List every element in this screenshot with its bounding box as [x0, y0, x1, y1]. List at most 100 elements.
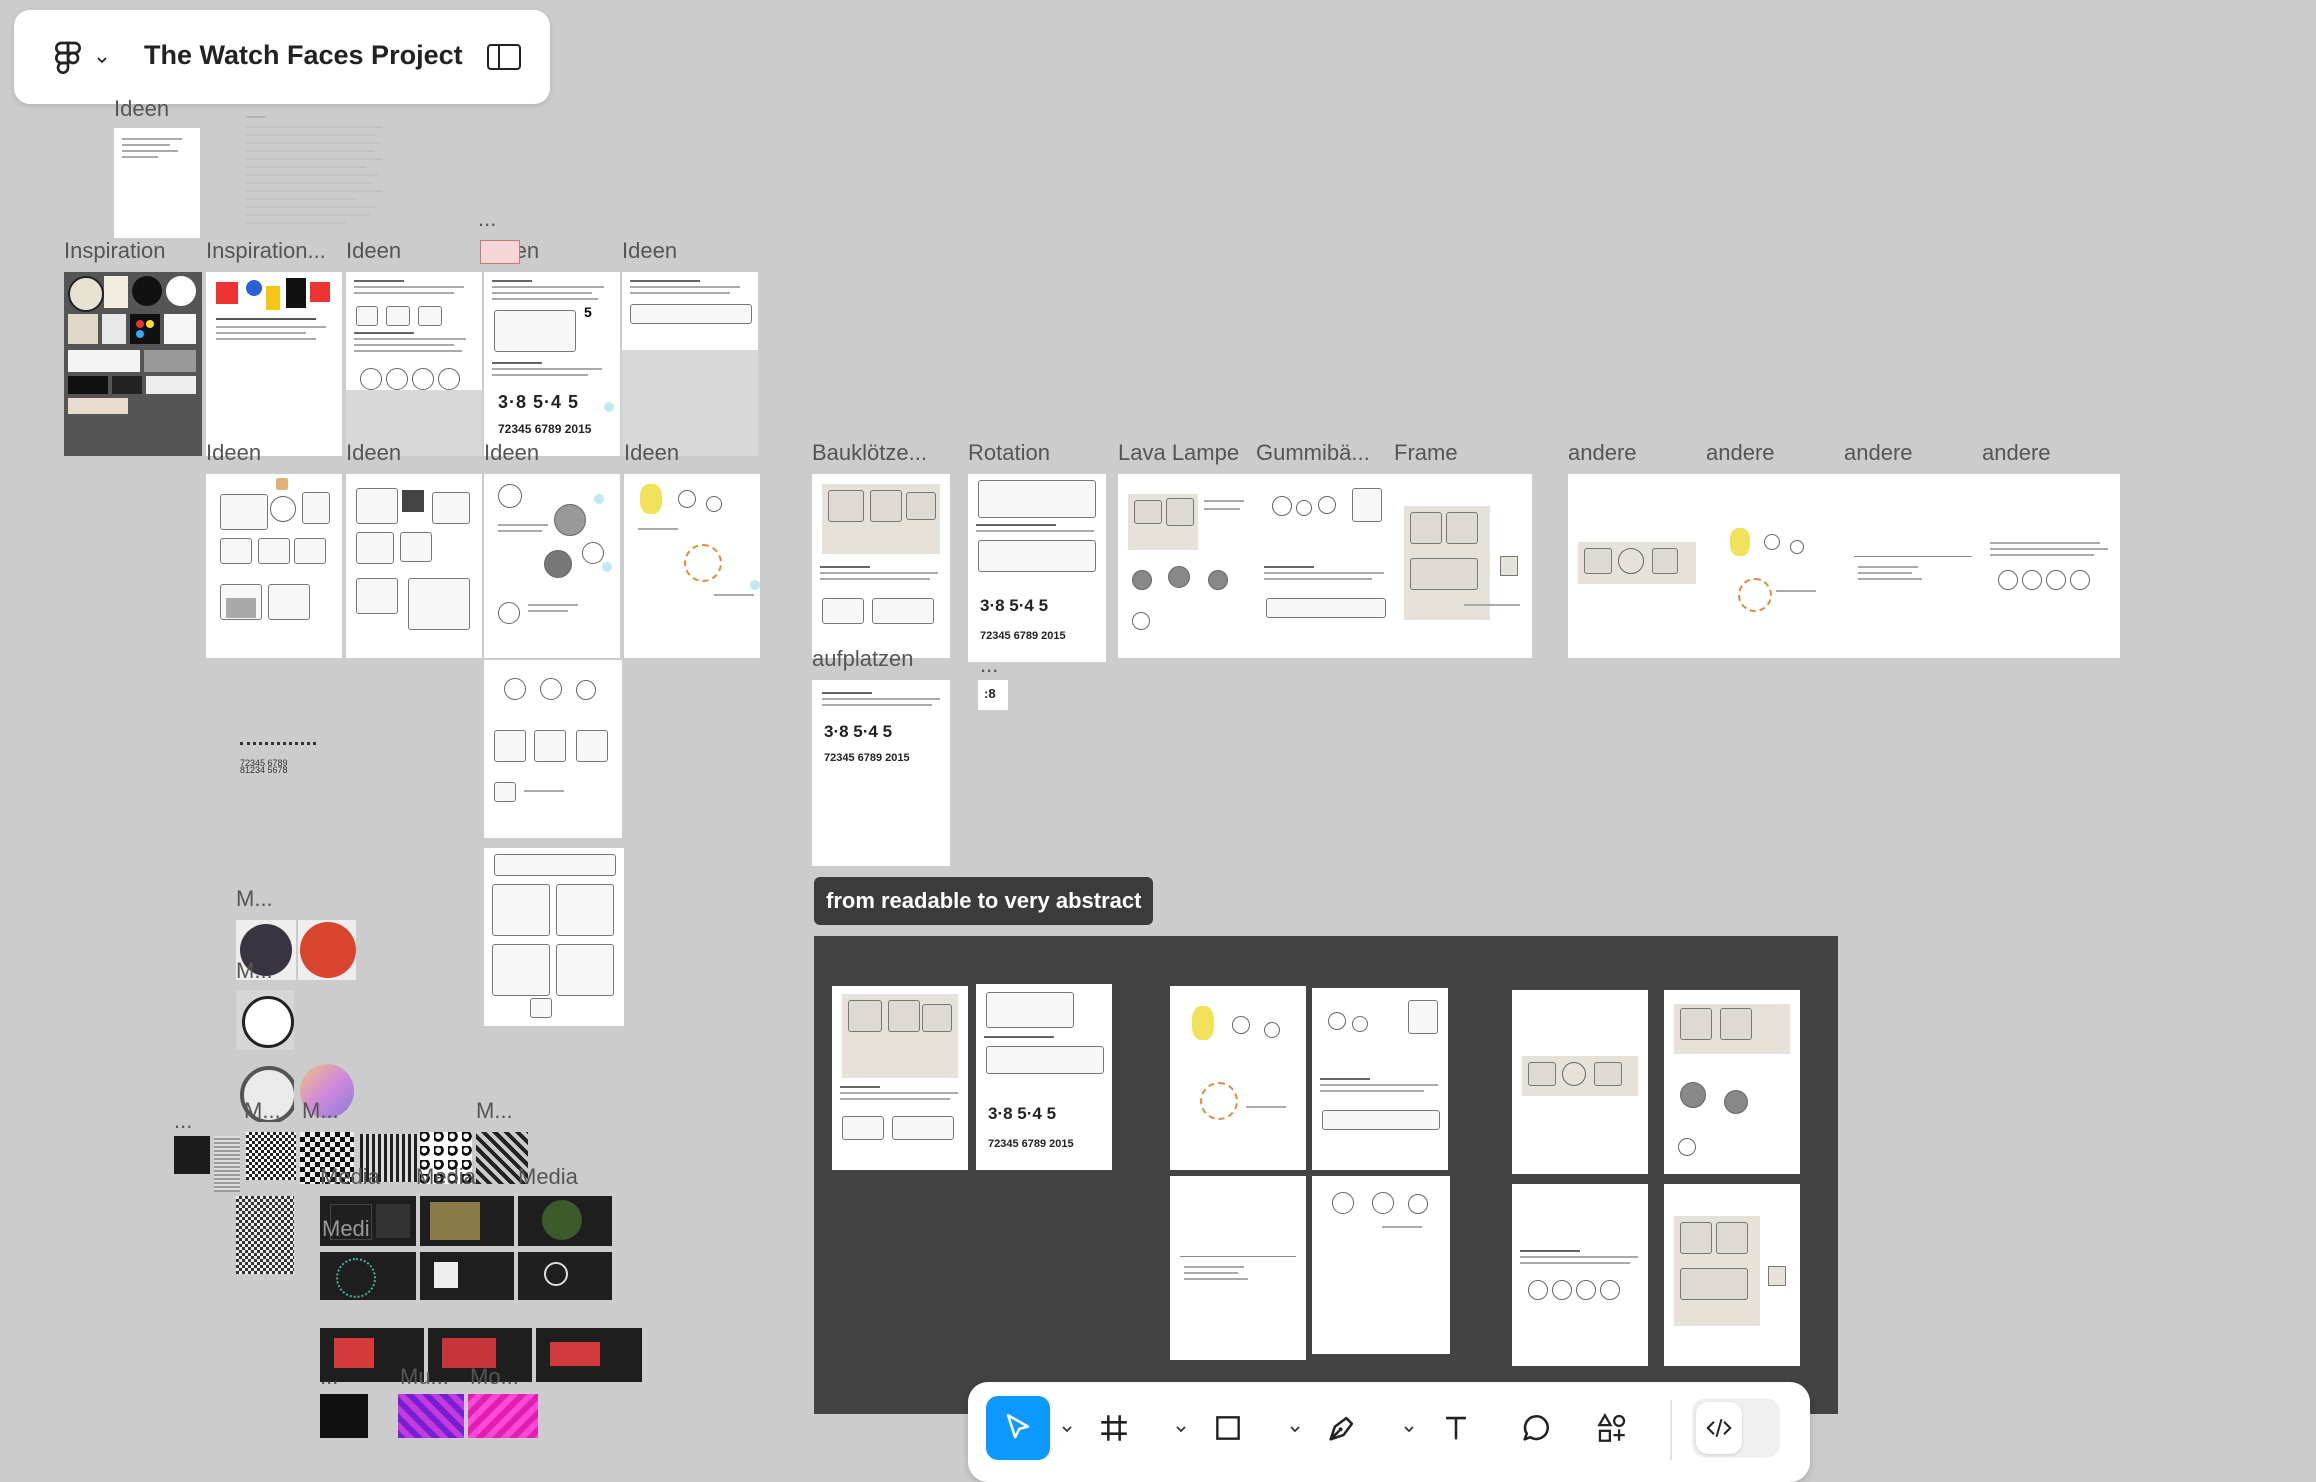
frame-label[interactable]: ... — [320, 1364, 338, 1390]
frame-label[interactable]: Mu... — [400, 1364, 449, 1390]
frame-label[interactable]: Media — [416, 1164, 476, 1190]
chevron-down-icon[interactable] — [1288, 1422, 1302, 1436]
section-frame[interactable] — [1312, 1176, 1450, 1354]
frame-ideen[interactable] — [624, 474, 760, 658]
frame-label[interactable]: Ideen — [206, 440, 261, 466]
section-frame[interactable] — [1170, 1176, 1306, 1360]
chevron-down-icon[interactable] — [1402, 1422, 1416, 1436]
frame-label[interactable]: ... — [174, 1108, 192, 1134]
small-frame[interactable]: :8 — [978, 680, 1008, 710]
frame-andere[interactable] — [1982, 474, 2120, 658]
number-strip[interactable]: 72345 6789 81234 5678 — [240, 759, 306, 775]
frame-andere[interactable] — [1844, 474, 1982, 658]
frame-label[interactable]: M... — [476, 1098, 513, 1124]
frame-label[interactable]: Rotation — [968, 440, 1050, 466]
frame-label[interactable]: Ideen — [484, 440, 539, 466]
sidebar-toggle-icon[interactable] — [486, 42, 522, 72]
frame-label[interactable]: Media — [518, 1164, 578, 1190]
section-frame[interactable] — [1512, 990, 1648, 1174]
section-frame[interactable] — [832, 986, 968, 1170]
frame-ideen[interactable] — [346, 474, 482, 658]
dev-mode-toggle[interactable] — [1692, 1398, 1780, 1458]
frame-label[interactable]: Ideen — [346, 440, 401, 466]
frame-baukloetze[interactable] — [812, 474, 950, 658]
frame-label[interactable]: ... — [980, 652, 998, 678]
frame-label[interactable]: andere — [1982, 440, 2051, 466]
project-title[interactable]: The Watch Faces Project — [144, 40, 463, 71]
frame-aufplatzen[interactable]: 3·8 5·4 5 72345 6789 2015 — [812, 680, 950, 866]
section-frame[interactable] — [1170, 986, 1306, 1170]
frame-label[interactable]: M... — [302, 1098, 339, 1124]
frame-ideen-doc[interactable] — [114, 128, 200, 238]
move-tool-button[interactable] — [986, 1396, 1050, 1460]
frame-label[interactable]: Ideen — [346, 238, 401, 264]
text-notes-block[interactable] — [246, 112, 386, 242]
frame-lava-lampe[interactable] — [1118, 474, 1256, 658]
frame-label[interactable]: Bauklötze... — [812, 440, 927, 466]
frame-label[interactable]: andere — [1568, 440, 1637, 466]
frame-ideen[interactable] — [206, 474, 342, 658]
frame-label[interactable]: Lava Lampe — [1118, 440, 1239, 466]
resources-tool-button[interactable] — [1580, 1396, 1644, 1460]
section-frame[interactable] — [1664, 1184, 1800, 1366]
frame-label[interactable]: Gummibä... — [1256, 440, 1370, 466]
frame-frame[interactable] — [1394, 474, 1532, 658]
pattern-thumbnail[interactable] — [246, 1132, 296, 1180]
media-thumbnail[interactable] — [320, 1394, 368, 1438]
frame-label[interactable]: Mo... — [470, 1364, 519, 1390]
media-thumbnail[interactable] — [236, 990, 294, 1050]
chevron-down-icon[interactable] — [94, 52, 110, 68]
comment-tool-button[interactable] — [1504, 1396, 1568, 1460]
section-title[interactable]: from readable to very abstract — [814, 877, 1154, 925]
section-frame[interactable] — [1312, 988, 1448, 1170]
media-screen[interactable] — [420, 1252, 514, 1300]
chevron-down-icon[interactable] — [1060, 1422, 1074, 1436]
media-screen[interactable] — [320, 1252, 416, 1300]
chevron-down-icon[interactable] — [1174, 1422, 1188, 1436]
media-screen[interactable] — [420, 1196, 514, 1246]
figma-logo-icon[interactable] — [48, 38, 88, 78]
frame-label[interactable]: andere — [1706, 440, 1775, 466]
frame-label[interactable]: Media — [320, 1164, 380, 1190]
frame-inspiration[interactable] — [64, 272, 202, 456]
frame-label[interactable]: Inspiration... — [206, 238, 326, 264]
frame-label[interactable]: Ideen — [114, 96, 169, 122]
pattern-thumbnail[interactable] — [174, 1136, 210, 1174]
pattern-thumbnail[interactable] — [214, 1136, 240, 1192]
frame-label[interactable]: ... — [478, 206, 496, 232]
frame-ideen[interactable] — [484, 474, 620, 658]
frame-gummibaer[interactable] — [1256, 474, 1394, 658]
shape-tool-button[interactable] — [1196, 1396, 1260, 1460]
frame-inspiration-2[interactable] — [206, 272, 342, 456]
media-screen[interactable] — [536, 1328, 642, 1382]
frame-label[interactable]: Ideen — [622, 238, 677, 264]
frame-label[interactable]: andere — [1844, 440, 1913, 466]
frame-label[interactable]: M... — [236, 886, 273, 912]
media-thumbnail[interactable] — [298, 920, 356, 980]
media-screen[interactable] — [518, 1252, 612, 1300]
frame-andere[interactable] — [1568, 474, 1706, 658]
section-readable-to-abstract[interactable]: 3·8 5·4 5 72345 6789 2015 — [814, 936, 1838, 1414]
sticker-thumbnail[interactable] — [480, 240, 520, 264]
frame-andere[interactable] — [1706, 474, 1844, 658]
frame-label[interactable]: aufplatzen — [812, 646, 914, 672]
section-frame[interactable] — [1512, 1184, 1648, 1366]
frame-ideen-sketch[interactable] — [484, 848, 624, 1026]
frame-label[interactable]: M... — [244, 1098, 281, 1124]
text-tool-button[interactable] — [1424, 1396, 1488, 1460]
frame-tool-button[interactable] — [1082, 1396, 1146, 1460]
frame-ideen[interactable] — [622, 272, 758, 456]
media-thumbnail[interactable] — [468, 1394, 538, 1438]
frame-label[interactable]: Frame — [1394, 440, 1458, 466]
frame-label[interactable]: Medi — [322, 1216, 370, 1242]
media-screen[interactable] — [518, 1196, 612, 1246]
pen-tool-button[interactable] — [1310, 1396, 1374, 1460]
pattern-thumbnail[interactable] — [236, 1196, 294, 1274]
frame-rotation[interactable]: 3·8 5·4 5 72345 6789 2015 — [968, 474, 1106, 662]
frame-label[interactable]: Inspiration — [64, 238, 166, 264]
frame-ideen[interactable] — [346, 272, 482, 456]
frame-label[interactable]: Ideen — [624, 440, 679, 466]
small-sticker[interactable] — [276, 478, 288, 490]
frame-ideen-sketch[interactable] — [484, 660, 622, 838]
media-thumbnail[interactable] — [398, 1394, 464, 1438]
